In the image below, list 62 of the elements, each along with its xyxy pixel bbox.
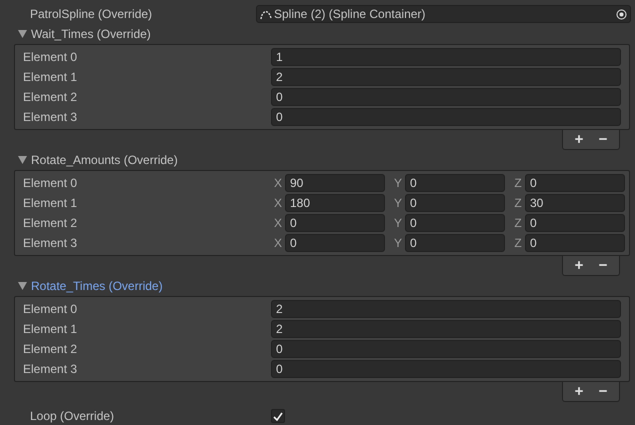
remove-button[interactable]: − — [591, 256, 615, 275]
target-icon[interactable] — [616, 8, 627, 20]
object-field[interactable]: Spline (2) (Spline Container) — [256, 5, 631, 23]
number-field[interactable]: 0 — [285, 234, 385, 252]
number-field[interactable]: 0 — [271, 360, 621, 378]
field-label: Loop (Override) — [29, 408, 116, 425]
number-field[interactable]: 2 — [271, 68, 621, 86]
axis-label: Y — [392, 195, 403, 212]
number-field[interactable]: 180 — [285, 194, 385, 212]
element-label: Element 3 — [22, 109, 78, 126]
axis-label: Z — [513, 235, 523, 252]
element-label: Element 3 — [22, 235, 78, 252]
number-field[interactable]: 0 — [405, 214, 505, 232]
element-label: Element 3 — [22, 361, 78, 378]
axis-label: Z — [513, 175, 523, 192]
axis-label: X — [272, 215, 283, 232]
element-label: Element 2 — [22, 215, 78, 232]
add-button[interactable]: + — [567, 130, 591, 149]
checkbox[interactable] — [271, 409, 285, 423]
remove-button[interactable]: − — [591, 130, 615, 149]
element-label: Element 0 — [22, 49, 78, 66]
axis-label: Z — [513, 215, 523, 232]
number-field[interactable]: 0 — [271, 108, 621, 126]
number-field[interactable]: 0 — [271, 340, 621, 358]
element-label: Element 1 — [22, 321, 78, 338]
element-label: Element 1 — [22, 195, 78, 212]
field-label: PatrolSpline (Override) — [29, 6, 154, 23]
number-field[interactable]: 2 — [271, 320, 621, 338]
list-title[interactable]: Rotate_Times (Override) — [31, 277, 163, 295]
add-button[interactable]: + — [567, 256, 591, 275]
axis-label: X — [272, 235, 283, 252]
axis-label: Y — [392, 235, 403, 252]
expanded-arrow-icon[interactable] — [18, 30, 27, 38]
element-label: Element 0 — [22, 175, 78, 192]
number-field[interactable]: 0 — [405, 234, 505, 252]
number-field[interactable]: 0 — [525, 234, 625, 252]
element-label: Element 1 — [22, 69, 78, 86]
element-label: Element 2 — [22, 341, 78, 358]
add-button[interactable]: + — [567, 382, 591, 401]
axis-label: Y — [392, 175, 403, 192]
remove-button[interactable]: − — [591, 382, 615, 401]
number-field[interactable]: 0 — [525, 214, 625, 232]
axis-label: Y — [392, 215, 403, 232]
number-field[interactable]: 30 — [525, 194, 625, 212]
axis-label: X — [272, 195, 283, 212]
number-field[interactable]: 1 — [271, 48, 621, 66]
element-label: Element 0 — [22, 301, 78, 318]
expanded-arrow-icon[interactable] — [18, 156, 27, 164]
list-title[interactable]: Wait_Times (Override) — [31, 25, 151, 43]
number-field[interactable]: 0 — [285, 214, 385, 232]
list-title[interactable]: Rotate_Amounts (Override) — [31, 151, 178, 169]
expanded-arrow-icon[interactable] — [18, 282, 27, 290]
number-field[interactable]: 0 — [405, 174, 505, 192]
axis-label: Z — [513, 195, 523, 212]
number-field[interactable]: 0 — [271, 88, 621, 106]
spline-icon — [260, 8, 272, 20]
axis-label: X — [272, 175, 283, 192]
element-label: Element 2 — [22, 89, 78, 106]
number-field[interactable]: 0 — [525, 174, 625, 192]
number-field[interactable]: 2 — [271, 300, 621, 318]
number-field[interactable]: 90 — [285, 174, 385, 192]
number-field[interactable]: 0 — [405, 194, 505, 212]
